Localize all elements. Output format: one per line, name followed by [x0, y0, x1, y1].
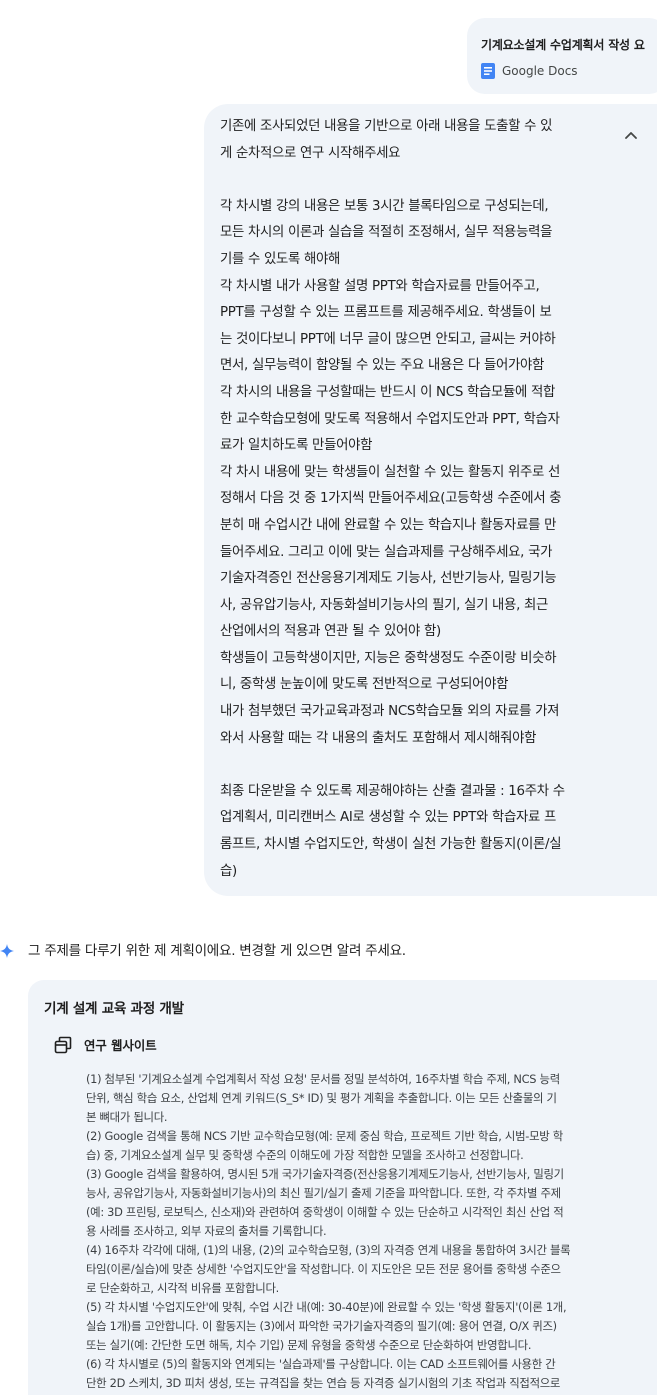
plan-step-line: (2) Google 검색을 통해 NCS 기반 교수학습모형(예: 문제 중심…	[86, 1129, 563, 1143]
plan-step-line: 습) 중, 기계요소설계 실무 및 중학생 수준의 이해도에 가장 적합한 모델…	[86, 1148, 524, 1162]
collapse-button[interactable]	[620, 124, 642, 146]
attachment-source-label: Google Docs	[502, 64, 578, 78]
user-prompt-line: 산업에서의 적용과 연관 될 수 있어야 함)	[220, 624, 441, 640]
plan-step-line: 용 사례를 조사하고, 외부 자료의 출처를 기록합니다.	[86, 1224, 327, 1238]
user-prompt-line: 와서 사용할 때는 각 내용의 출처도 포함해서 제시해줘야함	[220, 730, 537, 746]
user-prompt-line: 최종 다운받을 수 있도록 제공해야하는 산출 결과물 : 16주차 수	[220, 783, 565, 799]
plan-step-line: (예: 3D 프린팅, 로보틱스, 신소재)와 관련하여 중학생이 이해할 수 …	[86, 1205, 564, 1219]
plan-steps: (1) 첨부된 '기계요소설계 수업계획서 작성 요청' 문서를 정밀 분석하여…	[86, 1070, 654, 1395]
plan-step-line: 실습 1개)를 고안합니다. 이 활동지는 (3)에서 파악한 국가기술자격증의…	[86, 1319, 557, 1333]
user-prompt-line: 기술자격증인 전산응용기계제도 기능사, 선반기능사, 밀링기능	[220, 571, 557, 587]
user-prompt-line: 습)	[220, 863, 237, 879]
user-prompt-text: 기존에 조사되었던 내용을 기반으로 아래 내용을 도출할 수 있게 순차적으로…	[220, 114, 624, 885]
plan-step-line: 능사, 공유압기능사, 자동화설비기능사)의 최신 필기/실기 출제 기준을 파…	[86, 1186, 561, 1200]
user-prompt-line: 니, 중학생 눈높이에 맞도록 전반적으로 구성되어야함	[220, 677, 509, 693]
gemini-spark-icon	[0, 944, 14, 958]
plan-step-line: (1) 첨부된 '기계요소설계 수업계획서 작성 요청' 문서를 정밀 분석하여…	[86, 1072, 560, 1086]
attachment-source: Google Docs	[481, 63, 657, 79]
user-prompt-line: PPT를 구성할 수 있는 프롬프트를 제공해주세요. 학생들이 보	[220, 305, 552, 321]
user-prompt-line: 기를 수 있도록 해야해	[220, 251, 341, 267]
plan-step-line: 본 뼈대가 됩니다.	[86, 1110, 168, 1124]
user-prompt-line: 정해서 다음 것 중 1가지씩 만들어주세요(고등학생 수준에서 충	[220, 491, 562, 507]
plan-step-line: (3) Google 검색을 활용하여, 명시된 5개 국가기술자격증(전산응용…	[86, 1167, 564, 1181]
attachment-title: 기계요소설계 수업계획서 작성 요	[481, 38, 645, 52]
user-prompt-line: 각 차시 내용에 맞는 학생들이 실천할 수 있는 활동지 위주로 선	[220, 464, 561, 480]
user-prompt-line: 각 차시의 내용을 구성할때는 반드시 이 NCS 학습모듈에 적합	[220, 384, 556, 400]
user-prompt-line: 료가 일치하도록 만들어야함	[220, 438, 373, 454]
attachment-chip[interactable]: 기계요소설계 수업계획서 작성 요 Google Docs	[467, 18, 657, 94]
plan-step-line: 로 단순화하고, 시각적 비유를 포함합니다.	[86, 1281, 279, 1295]
user-prompt-line: 모든 차시의 이론과 실습을 적절히 조정해서, 실무 적용능력을	[220, 225, 553, 241]
plan-step-line: 또는 실기(예: 간단한 도면 해독, 치수 기입) 문제 유형을 중학생 수준…	[86, 1338, 532, 1352]
user-prompt-line: 는 것이다보니 PPT에 너무 글이 많으면 안되고, 글씨는 커야하	[220, 331, 556, 347]
research-websites-icon	[54, 1036, 72, 1054]
user-prompt-line: 분히 매 수업시간 내에 완료할 수 있는 학습지나 활동자료를 만	[220, 517, 557, 533]
user-prompt-line: 사, 공유압기능사, 자동화설비기능사의 필기, 실기 내용, 최근	[220, 597, 549, 613]
user-prompt-bubble: 기존에 조사되었던 내용을 기반으로 아래 내용을 도출할 수 있게 순차적으로…	[204, 104, 657, 896]
user-prompt-line: 한 교수학습모형에 맞도록 적용해서 수업지도안과 PPT, 학습자	[220, 411, 560, 427]
plan-section-header: 연구 웹사이트	[54, 1036, 657, 1054]
plan-title: 기계 설계 교육 과정 개발	[44, 1001, 184, 1017]
plan-step-line: (4) 16주차 각각에 대해, (1)의 내용, (2)의 교수학습모형, (…	[86, 1243, 571, 1257]
user-prompt-line	[220, 167, 624, 194]
response-intro: 그 주제를 다루기 위한 제 계획이에요. 변경할 게 있으면 알려 주세요.	[28, 943, 406, 959]
user-prompt-line: 학생들이 고등학생이지만, 지능은 중학생정도 수준이랑 비슷하	[220, 650, 557, 666]
user-prompt-line: 업계획서, 미리캔버스 AI로 생성할 수 있는 PPT와 학습자료 프	[220, 810, 556, 826]
user-prompt-line: 게 순차적으로 연구 시작해주세요	[220, 145, 401, 161]
user-prompt-line: 내가 첨부했던 국가교육과정과 NCS학습모듈 외의 자료를 가져	[220, 704, 560, 720]
chevron-up-icon	[625, 132, 637, 139]
plan-step-line: 단한 2D 스케치, 3D 피처 생성, 또는 규격집을 찾는 연습 등 자격증…	[86, 1376, 561, 1390]
user-prompt-line: 각 차시별 내가 사용할 설명 PPT와 학습자료를 만들어주고,	[220, 278, 540, 294]
plan-step-line: 타임(이론/실습)에 맞춘 상세한 '수업지도안'을 작성합니다. 이 지도안은…	[86, 1262, 561, 1276]
plan-step-line: (5) 각 차시별 '수업지도안'에 맞춰, 수업 시간 내(예: 30-40분…	[86, 1300, 567, 1314]
user-prompt-line: 기존에 조사되었던 내용을 기반으로 아래 내용을 도출할 수 있	[220, 119, 553, 134]
user-prompt-line: 각 차시별 강의 내용은 보통 3시간 블록타임으로 구성되는데,	[220, 198, 549, 214]
plan-step-line: 단위, 핵심 학습 요소, 산업체 연계 키워드(S_S* ID) 및 평가 계…	[86, 1091, 557, 1105]
plan-step-line: (6) 각 차시별로 (5)의 활동지와 연계되는 '실습과제'를 구상합니다.…	[86, 1357, 556, 1371]
plan-section-label: 연구 웹사이트	[84, 1038, 157, 1053]
research-plan-card: 기계 설계 교육 과정 개발 연구 웹사이트 (1) 첨부된 '기계요소설계 수…	[28, 980, 657, 1395]
google-docs-icon	[481, 63, 495, 79]
user-prompt-line: 면서, 실무능력이 함양될 수 있는 주요 내용은 다 들어가야함	[220, 358, 545, 374]
user-prompt-line: 들어주세요. 그리고 이에 맞는 실습과제를 구상해주세요, 국가	[220, 544, 553, 560]
user-prompt-line: 롬프트, 차시별 수업지도안, 학생이 실천 가능한 활동지(이론/실	[220, 837, 562, 853]
user-prompt-line	[220, 752, 624, 779]
